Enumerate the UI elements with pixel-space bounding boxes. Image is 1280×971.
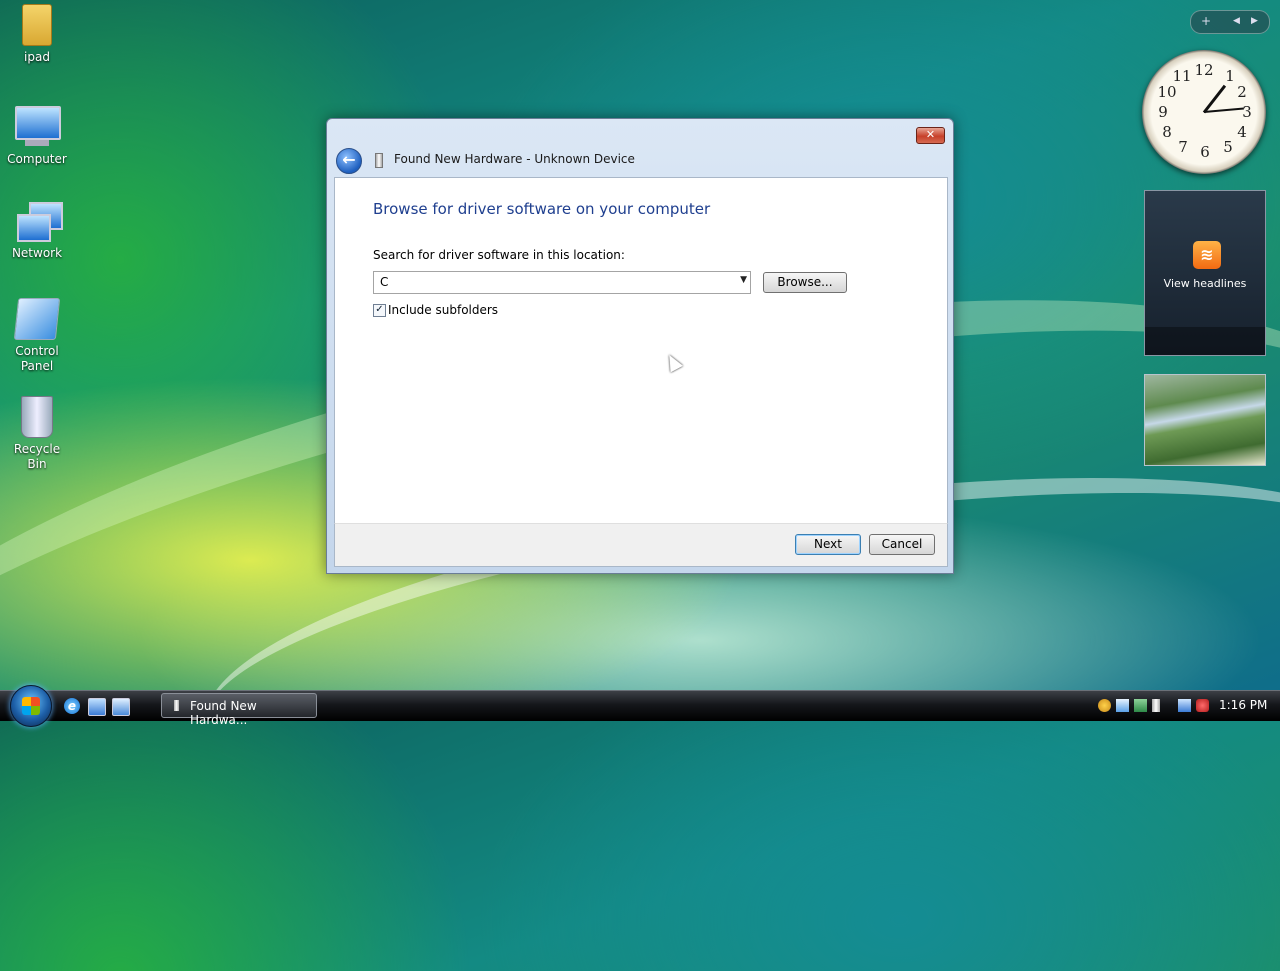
desktop-icon-label: Recycle Bin bbox=[13, 442, 61, 471]
feed-footer bbox=[1145, 327, 1265, 355]
desktop-icon-label: ipad bbox=[24, 50, 50, 64]
desktop-icon-label: Control Panel bbox=[15, 344, 59, 373]
taskbar-clock[interactable]: 1:16 PM bbox=[1219, 698, 1267, 712]
desktop-icon-computer[interactable]: Computer bbox=[4, 102, 70, 167]
desktop-icon-label: Network bbox=[11, 246, 63, 260]
clock-number: 9 bbox=[1158, 103, 1168, 121]
back-arrow-icon[interactable]: ← bbox=[336, 148, 362, 174]
clock-number: 12 bbox=[1194, 61, 1214, 79]
desktop-icon-ipad[interactable]: ipad bbox=[4, 4, 70, 65]
network-icon bbox=[15, 200, 63, 244]
include-subfolders-label[interactable]: Include subfolders bbox=[388, 303, 498, 317]
dialog-content: Browse for driver software on your compu… bbox=[334, 177, 948, 524]
browse-button[interactable]: Browse... bbox=[763, 272, 847, 293]
page-heading: Browse for driver software on your compu… bbox=[373, 200, 711, 218]
folder-icon bbox=[15, 4, 59, 48]
clock-number: 11 bbox=[1172, 67, 1192, 85]
start-button[interactable] bbox=[10, 685, 52, 727]
show-desktop-icon[interactable] bbox=[88, 698, 106, 716]
clock-number: 5 bbox=[1223, 138, 1233, 156]
next-button[interactable]: Next bbox=[795, 534, 861, 555]
control-panel-icon bbox=[13, 298, 61, 342]
cancel-button[interactable]: Cancel bbox=[869, 534, 935, 555]
location-value: C bbox=[380, 275, 389, 289]
slideshow-gadget[interactable] bbox=[1144, 374, 1266, 466]
taskbar-button-found-new-hardware[interactable]: Found New Hardwa... bbox=[161, 693, 317, 727]
desktop-icon-recycle-bin[interactable]: Recycle Bin bbox=[4, 396, 70, 472]
found-new-hardware-dialog: ✕ ← Found New Hardware - Unknown Device … bbox=[326, 118, 954, 574]
hardware-device-icon bbox=[375, 153, 383, 168]
desktop-icon-network[interactable]: Network bbox=[4, 200, 70, 261]
view-headlines-label[interactable]: View headlines bbox=[1145, 277, 1265, 290]
taskbar: e Found New Hardwa... 1:16 PM bbox=[0, 685, 1280, 727]
hardware-device-icon bbox=[174, 700, 179, 711]
security-shield-icon[interactable] bbox=[1098, 699, 1111, 712]
add-gadget-button[interactable]: + bbox=[1201, 14, 1211, 28]
location-combobox[interactable]: C ▼ bbox=[373, 271, 751, 294]
clock-number: 10 bbox=[1157, 83, 1177, 101]
sidebar-gadget-controls: + ◀ ▶ bbox=[1190, 10, 1270, 34]
dialog-footer: Next Cancel bbox=[334, 523, 948, 567]
chevron-left-icon[interactable]: ◀ bbox=[1233, 16, 1240, 26]
dialog-title: Found New Hardware - Unknown Device bbox=[394, 152, 635, 166]
search-location-label: Search for driver software in this locat… bbox=[373, 248, 625, 262]
clock-number: 2 bbox=[1237, 83, 1247, 101]
volume-muted-icon[interactable] bbox=[1196, 699, 1209, 712]
chevron-down-icon[interactable]: ▼ bbox=[740, 275, 747, 285]
internet-explorer-icon[interactable]: e bbox=[64, 698, 80, 714]
network-status-icon[interactable] bbox=[1178, 699, 1191, 712]
switch-windows-icon[interactable] bbox=[112, 698, 130, 716]
hardware-device-icon[interactable] bbox=[1152, 699, 1160, 712]
rss-icon: ≋ bbox=[1193, 241, 1221, 269]
device-icon[interactable] bbox=[1134, 699, 1147, 712]
computer-icon bbox=[15, 106, 61, 150]
feed-headlines-gadget[interactable]: ≋ View headlines bbox=[1144, 190, 1266, 356]
clock-number: 8 bbox=[1162, 123, 1172, 141]
recycle-bin-icon bbox=[15, 396, 59, 440]
clock-number: 3 bbox=[1242, 103, 1252, 121]
clock-gadget[interactable]: 12 1 2 3 4 5 6 7 8 9 10 11 bbox=[1142, 50, 1266, 174]
desktop-icon-control-panel[interactable]: Control Panel bbox=[4, 298, 70, 374]
desktop-icon-label: Computer bbox=[7, 152, 67, 166]
taskbar-button-label: Found New Hardwa... bbox=[190, 699, 257, 727]
chevron-right-icon[interactable]: ▶ bbox=[1251, 16, 1258, 26]
include-subfolders-checkbox[interactable]: ✓ bbox=[373, 304, 386, 317]
device-icon[interactable] bbox=[1116, 699, 1129, 712]
close-button[interactable]: ✕ bbox=[916, 127, 945, 144]
clock-number: 6 bbox=[1200, 143, 1210, 161]
